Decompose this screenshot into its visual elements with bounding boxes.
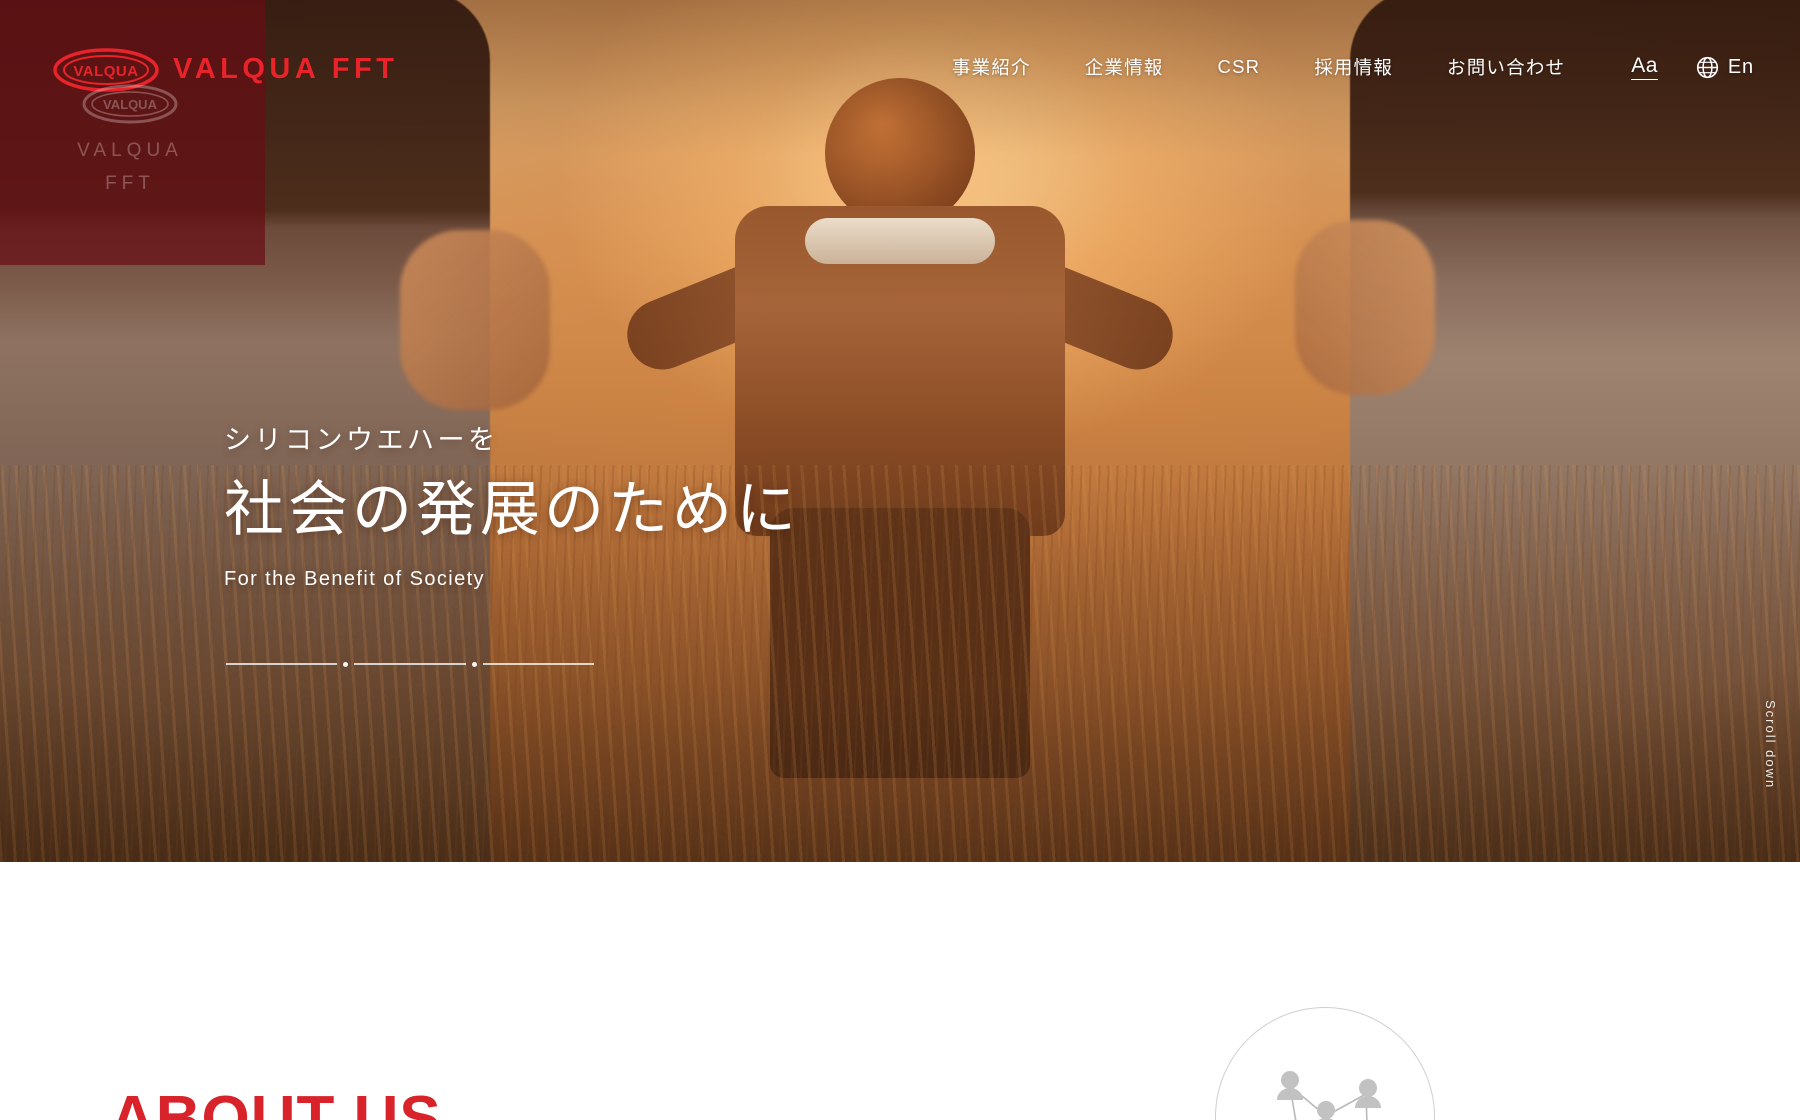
nav-item-contact[interactable]: お問い合わせ [1447,54,1565,80]
hero-copy: シリコンウエハーを 社会の発展のために For the Benefit of S… [224,418,800,591]
language-switcher[interactable]: En [1696,56,1754,79]
slider-dot-1[interactable] [343,661,349,667]
logo-wordmark: VALQUA FFT [173,52,399,85]
svg-text:VALQUA: VALQUA [73,63,138,80]
slider-dot-2[interactable] [471,661,477,667]
slider-segment-2[interactable] [354,663,466,665]
logo-watermark-emblem-icon: VALQUA [82,84,178,124]
logo-panel[interactable]: VALQUA VALQUA FFT VALQUA VALQUA FFT [0,0,394,265]
nav-item-csr[interactable]: CSR [1218,56,1261,78]
logo-watermark-line2: FFT [105,173,155,195]
slider-segment-1[interactable] [226,663,338,665]
scroll-down-hint[interactable]: Scroll down [1763,700,1778,789]
logo-watermark: VALQUA VALQUA FFT [60,84,200,201]
network-people-icon [1277,1071,1381,1120]
hero-subheading: For the Benefit of Society [224,567,485,590]
language-label: En [1727,55,1754,78]
slider-segment-3[interactable] [482,663,594,665]
svg-text:VALQUA: VALQUA [103,97,158,112]
page-root: VALQUA VALQUA FFT VALQUA VALQUA FFT 事業紹介… [0,0,1800,1120]
font-size-toggle[interactable]: Aa [1631,54,1658,80]
nav-item-recruit[interactable]: 採用情報 [1314,54,1393,80]
global-navigation: 事業紹介 企業情報 CSR 採用情報 お問い合わせ Aa En [952,54,1754,80]
about-illustration [1215,1007,1435,1120]
hero-section: VALQUA VALQUA FFT VALQUA VALQUA FFT 事業紹介… [0,0,1800,862]
about-section: ABOUT US [0,862,1800,1120]
nav-item-business[interactable]: 事業紹介 [952,54,1031,80]
globe-icon [1696,56,1719,79]
hero-kicker: シリコンウエハーを [224,425,499,455]
logo-watermark-line1: VALQUA [77,140,183,161]
hero-slider-pagination[interactable] [226,657,594,671]
nav-item-company[interactable]: 企業情報 [1085,54,1164,80]
about-title: ABOUT US [110,1084,442,1120]
hero-heading: 社会の発展のために [224,476,800,543]
